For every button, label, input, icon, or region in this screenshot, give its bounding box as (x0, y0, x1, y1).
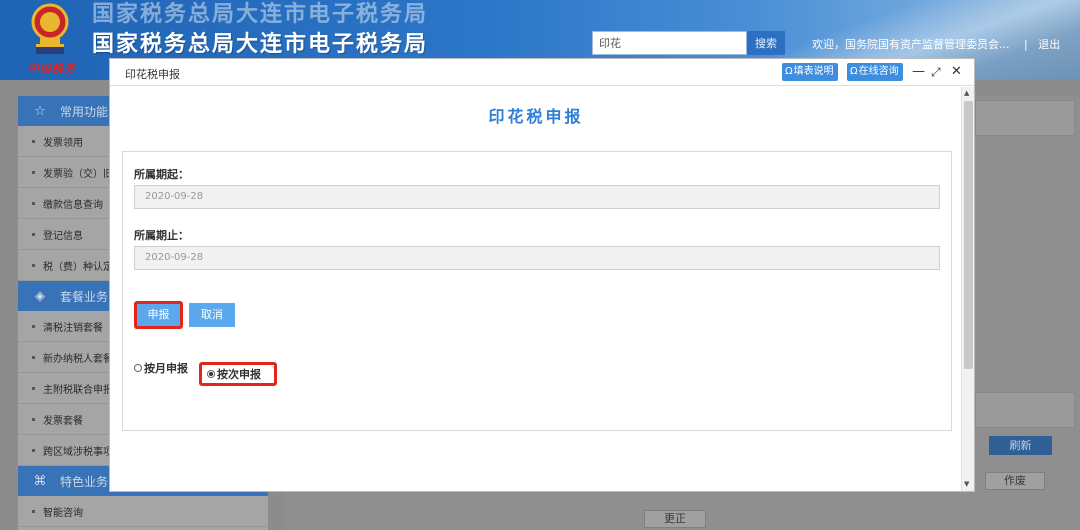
close-icon[interactable]: ✕ (951, 63, 962, 81)
period-end-label: 所属期止： (134, 229, 189, 242)
cancel-button[interactable]: 取消 (189, 303, 235, 327)
sidebar-item-label: 智能咨询 (43, 507, 83, 519)
bullet-icon (32, 324, 35, 328)
background-panel (975, 392, 1075, 428)
minimize-icon[interactable]: — (912, 63, 925, 81)
sidebar-item-label: 发票领用 (43, 137, 83, 149)
star-icon: ☆ (34, 103, 46, 119)
radio-monthly-label: 按月申报 (144, 362, 188, 375)
bullet-icon (32, 170, 35, 174)
sidebar-item-label: 登记信息 (43, 230, 83, 242)
online-consult-label: 在线咨询 (858, 66, 899, 77)
sidebar-item-label: 发票套餐 (43, 415, 83, 427)
logout-label[interactable]: 退出 (1038, 38, 1060, 51)
sidebar-item-label: 跨区域涉税事项 (43, 446, 113, 458)
dialog-header: 印花税申报 Ω填表说明 Ω在线咨询 — ⤢ ✕ (110, 59, 974, 86)
period-start-label: 所属期起： (134, 168, 189, 181)
sidebar-group-label: 常用功能 (60, 104, 109, 119)
sidebar-group-label: 特色业务 (60, 474, 109, 489)
sidebar-group-label: 套餐业务 (60, 289, 109, 304)
sidebar-item-label: 新办纳税人套餐 (43, 353, 113, 365)
radio-monthly[interactable] (134, 364, 142, 372)
maximize-icon[interactable]: ⤢ (931, 63, 941, 81)
search-button[interactable]: 搜索 (747, 31, 785, 55)
search-input[interactable] (592, 31, 747, 55)
stamp-tax-dialog: 印花税申报 Ω填表说明 Ω在线咨询 — ⤢ ✕ 印花税申报 所属期起： 2020… (109, 58, 975, 492)
scroll-up-icon[interactable]: ▲ (964, 89, 969, 97)
sidebar-item-label: 主附税联合申报 (43, 384, 113, 396)
dialog-scrollbar[interactable]: ▲ ▼ (961, 87, 974, 491)
background-panel (975, 100, 1075, 136)
form-help-button[interactable]: Ω填表说明 (782, 63, 838, 81)
submit-declaration-button[interactable]: 申报 (134, 301, 183, 329)
sidebar-item[interactable]: 智能咨询 (18, 496, 268, 527)
form-help-label: 填表说明 (793, 66, 834, 77)
welcome-text[interactable]: 欢迎，国务院国有资产监督管理委员会... (812, 36, 1010, 52)
sidebar-item-label: 缴款信息查询 (43, 199, 103, 211)
layers-icon: ◈ (35, 288, 45, 304)
site-title: 国家税务总局大连市电子税务局 (92, 32, 429, 57)
headset-icon: Ω (785, 66, 793, 77)
form-heading: 印花税申报 (488, 107, 584, 126)
refresh-button[interactable]: 刷新 (989, 436, 1052, 455)
bullet-icon (32, 201, 35, 205)
command-icon: ⌘ (33, 473, 47, 489)
dialog-body: 印花税申报 所属期起： 2020-09-28 所属期止： 2020-09-28 … (110, 87, 962, 491)
tax-emblem-icon (31, 3, 69, 54)
logout-link[interactable]: | 退出 (1024, 36, 1060, 52)
sidebar-item-label: 发票验（交）旧 (43, 168, 113, 180)
scroll-down-icon[interactable]: ▼ (964, 480, 969, 488)
bullet-icon (32, 448, 35, 452)
headset-icon: Ω (850, 66, 858, 77)
period-start-field[interactable]: 2020-09-28 (134, 185, 940, 209)
radio-monthly-option[interactable]: 按月申报 (134, 360, 188, 376)
sidebar-item-label: 清税注销套餐 (43, 322, 103, 334)
bullet-icon (32, 263, 35, 267)
correct-button[interactable]: 更正 (644, 510, 706, 528)
radio-per-time-option[interactable]: 按次申报 (199, 362, 277, 386)
bullet-icon (32, 139, 35, 143)
bullet-icon (32, 509, 35, 513)
site-title-ghost: 国家税务总局大连市电子税务局 (92, 2, 429, 27)
radio-per-time[interactable] (207, 370, 215, 378)
bullet-icon (32, 355, 35, 359)
dialog-title: 印花税申报 (125, 68, 180, 81)
bullet-icon (32, 232, 35, 236)
scrollbar-thumb[interactable] (964, 101, 973, 369)
bullet-icon (32, 386, 35, 390)
declaration-form: 所属期起： 2020-09-28 所属期止： 2020-09-28 申报 取消 … (122, 151, 952, 431)
period-end-field[interactable]: 2020-09-28 (134, 246, 940, 270)
brand-script: 中国税务 (28, 62, 76, 75)
void-button[interactable]: 作废 (985, 472, 1045, 490)
bullet-icon (32, 417, 35, 421)
radio-per-time-label: 按次申报 (217, 368, 261, 381)
online-consult-button[interactable]: Ω在线咨询 (847, 63, 903, 81)
